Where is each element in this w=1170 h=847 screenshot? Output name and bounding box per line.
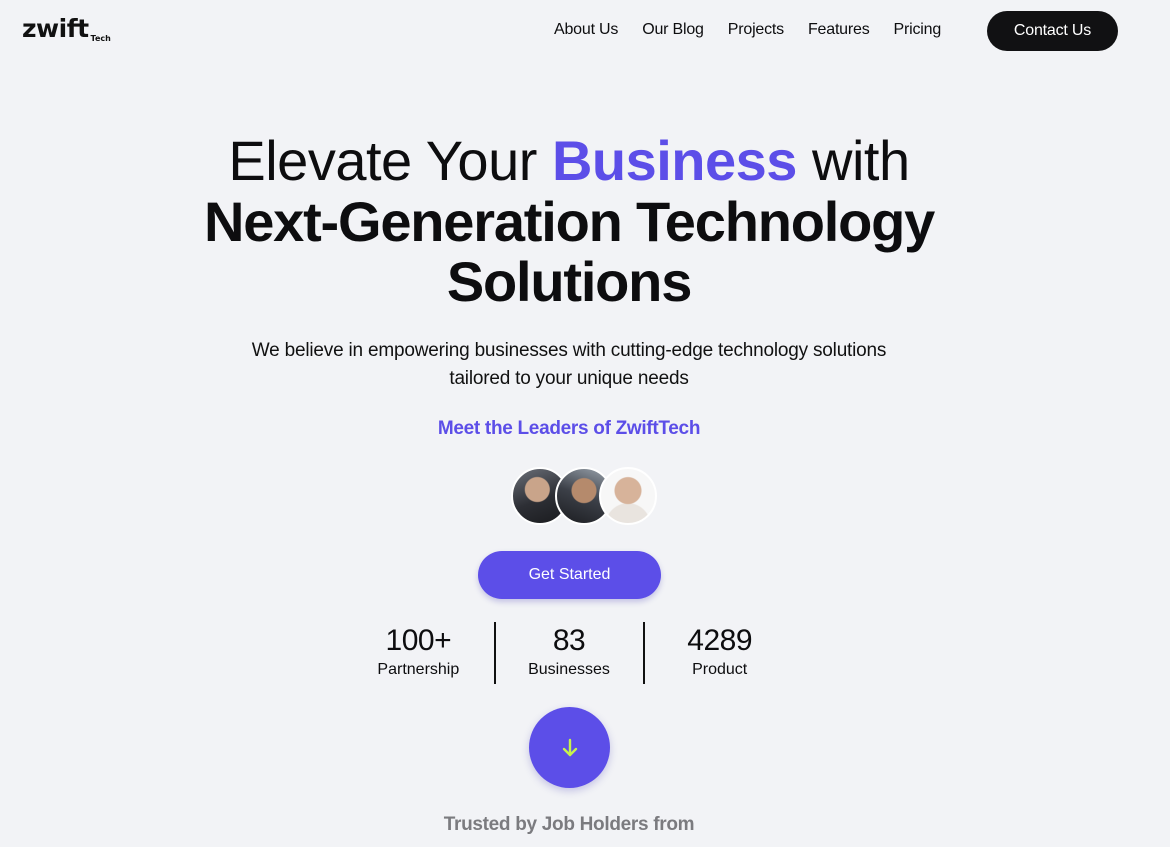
top-nav: zwift Tech About Us Our Blog Projects Fe… (0, 0, 1170, 62)
hero-subtitle: We believe in empowering businesses with… (0, 337, 1138, 393)
scroll-down-button[interactable] (529, 707, 610, 788)
avatar[interactable] (599, 467, 657, 525)
stat-product: 4289 Product (644, 622, 795, 684)
hero-heading-part1: Elevate Your (228, 129, 552, 192)
hero-heading-accent: Business (551, 129, 798, 192)
hero-heading: Elevate Your Business with Next-Generati… (0, 130, 1138, 312)
stat-partnership: 100+ Partnership (343, 622, 494, 684)
nav-link-pricing[interactable]: Pricing (894, 19, 942, 41)
hero-heading-line2: Next-Generation Technology (203, 190, 935, 253)
landing-page: zwift Tech About Us Our Blog Projects Fe… (0, 0, 1170, 847)
logo-subtext: Tech (90, 34, 111, 43)
stat-label: Businesses (528, 661, 610, 678)
hero-subtitle-line1: We believe in empowering businesses with… (251, 340, 887, 361)
leader-avatars (511, 467, 661, 527)
stat-label: Partnership (377, 661, 460, 678)
arrow-down-icon (562, 738, 577, 756)
stat-businesses: 83 Businesses (494, 622, 645, 684)
nav-link-features[interactable]: Features (808, 19, 870, 41)
contact-us-button[interactable]: Contact Us (987, 11, 1118, 51)
nav-link-our-blog[interactable]: Our Blog (642, 19, 704, 41)
stats-row: 100+ Partnership 83 Businesses 4289 Prod… (343, 622, 795, 684)
nav-links: About Us Our Blog Projects Features Pric… (554, 19, 965, 41)
stat-value: 100+ (385, 624, 452, 657)
hero-subtitle-line2: tailored to your unique needs (449, 368, 689, 389)
logo[interactable]: zwift Tech (22, 14, 111, 44)
hero-heading-part2: with (796, 129, 910, 192)
get-started-button[interactable]: Get Started (478, 551, 661, 599)
hero-heading-line1: Elevate Your Business with (0, 130, 1138, 192)
stat-divider (494, 622, 496, 684)
hero-heading-line3: Solutions (446, 250, 692, 313)
nav-link-projects[interactable]: Projects (728, 19, 784, 41)
stat-value: 4289 (687, 624, 753, 657)
trusted-heading: Trusted by Job Holders from (443, 814, 695, 835)
stat-label: Product (692, 661, 748, 678)
leaders-heading: Meet the Leaders of ZwiftTech (437, 418, 701, 439)
nav-link-about-us[interactable]: About Us (554, 19, 618, 41)
stat-divider (643, 622, 645, 684)
stat-value: 83 (552, 624, 586, 657)
logo-text: zwift (22, 14, 89, 43)
